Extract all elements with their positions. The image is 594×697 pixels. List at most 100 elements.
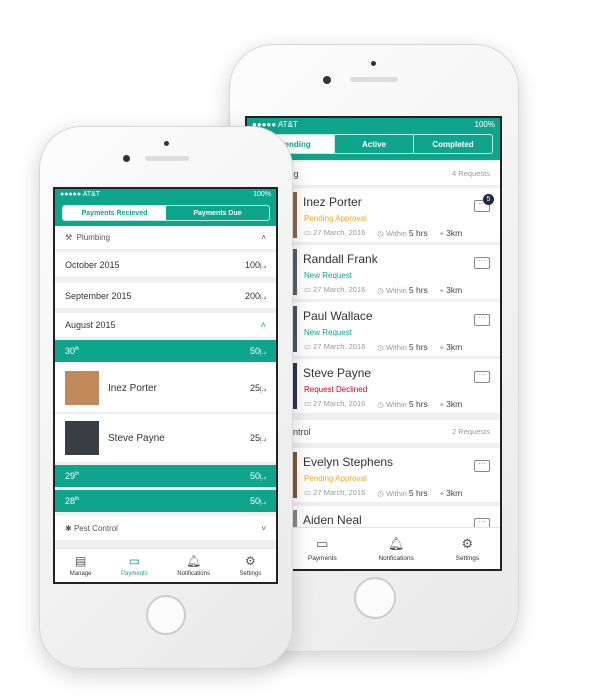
clock-icon: ◷ xyxy=(377,229,386,238)
calendar-icon: ▭ xyxy=(304,488,314,497)
eta-label: Within xyxy=(385,400,407,409)
clipboard-icon: ▤ xyxy=(74,554,87,568)
tab-active[interactable]: Active xyxy=(334,135,413,153)
eta-value: 5 hrs xyxy=(408,285,428,295)
day-row[interactable]: 29th 50د.إ xyxy=(55,465,276,488)
tab-settings[interactable]: ⚙ Settings xyxy=(456,528,480,569)
eta-label: Within xyxy=(385,489,407,498)
speaker xyxy=(350,77,398,82)
tab-completed[interactable]: Completed xyxy=(413,135,492,153)
amount-value: 100 xyxy=(244,259,260,270)
section-label: Pest Control xyxy=(73,523,118,533)
tab-payments[interactable]: ▭ Payments xyxy=(308,528,337,569)
clock-icon: ◷ xyxy=(377,400,386,409)
chat-icon[interactable]: ··· xyxy=(474,257,490,269)
date: ▭ 27 March, 2016 xyxy=(304,285,365,296)
unread-badge: 5 xyxy=(483,194,494,205)
amount-value: 25 xyxy=(249,383,260,393)
date-text: 27 March, 2016 xyxy=(313,342,366,351)
payer-row[interactable]: Steve Payne 25د.إ xyxy=(55,414,276,463)
request-status: New Request xyxy=(304,271,353,280)
calendar-icon: ▭ xyxy=(304,399,314,408)
currency: د.إ xyxy=(259,350,266,356)
tab-manage[interactable]: ▤ Manage xyxy=(70,549,92,582)
day-row[interactable]: 30th 50د.إ xyxy=(55,340,276,363)
date-text: 27 March, 2016 xyxy=(313,488,366,497)
chat-icon[interactable]: ··· xyxy=(474,460,490,472)
distance-value: 3km xyxy=(446,399,463,409)
eta-label: Within xyxy=(385,343,407,352)
month-row[interactable]: September 2015 200د.إ xyxy=(55,283,276,309)
tab-payments-recieved[interactable]: Payments Recieved xyxy=(63,206,166,220)
chat-icon[interactable]: ··· xyxy=(474,314,490,326)
tab-label: Payments xyxy=(121,571,148,577)
requester-name: Evelyn Stephens xyxy=(303,455,394,469)
date-text: 27 March, 2016 xyxy=(313,285,366,294)
request-meta: ▭ 27 March, 2016 ◷ Within 5 hrs ⌖ 3km xyxy=(304,488,462,499)
chevron-up-icon: ˄ xyxy=(261,233,266,242)
calendar-icon: ▭ xyxy=(304,342,314,351)
month-label: August 2015 xyxy=(65,320,116,330)
date: ▭ 27 March, 2016 xyxy=(304,488,365,499)
month-row[interactable]: October 2015 100د.إ xyxy=(55,252,276,278)
clock-icon: ◷ xyxy=(377,286,386,295)
day-label: 30th xyxy=(65,346,79,356)
currency: د.إ xyxy=(259,500,266,506)
chat-icon[interactable]: ··· xyxy=(474,371,490,383)
tab-payments-due[interactable]: Payments Due xyxy=(166,206,269,220)
request-count: 4 Requests xyxy=(452,169,490,178)
tab-notifications[interactable]: 🔔︎ Notifications xyxy=(378,528,413,569)
camera xyxy=(123,155,130,162)
amount: 50د.إ xyxy=(250,346,266,356)
amount: 50د.إ xyxy=(250,471,266,481)
plumbing-icon: ⚒ xyxy=(65,233,73,242)
section-plumbing[interactable]: ⚒ Plumbing ˄ xyxy=(55,226,276,250)
distance-value: 3km xyxy=(446,342,463,352)
currency: د.إ xyxy=(259,294,266,301)
requester-name: Aiden Neal xyxy=(303,513,362,527)
tab-notifications[interactable]: 🔔︎ Notifications xyxy=(177,549,210,582)
eta-value: 5 hrs xyxy=(408,399,428,409)
requester-name: Randall Frank xyxy=(303,252,378,266)
request-meta: ▭ 27 March, 2016 ◷ Within 5 hrs ⌖ 3km xyxy=(304,228,462,239)
eta: ◷ Within 5 hrs xyxy=(377,228,427,239)
payer-row[interactable]: Inez Porter 25د.إ xyxy=(55,364,276,413)
eta-value: 5 hrs xyxy=(408,228,428,238)
amount: 25د.إ xyxy=(250,433,266,443)
sensor xyxy=(164,141,169,146)
battery: 100% xyxy=(474,120,495,129)
date: ▭ 27 March, 2016 xyxy=(304,342,365,353)
request-status: New Request xyxy=(304,328,353,337)
calendar-icon: ▭ xyxy=(304,228,314,237)
amount: 50د.إ xyxy=(250,496,266,506)
section-pest-control[interactable]: ✱ Pest Control ˅ xyxy=(55,516,276,541)
distance: ⌖ 3km xyxy=(440,228,462,239)
date: ▭ 27 March, 2016 xyxy=(304,399,365,410)
amount: 200د.إ xyxy=(245,291,266,301)
request-meta: ▭ 27 March, 2016 ◷ Within 5 hrs ⌖ 3km xyxy=(304,342,462,353)
chevron-up-icon: ˄ xyxy=(260,320,266,330)
currency: د.إ xyxy=(259,263,266,270)
eta-value: 5 hrs xyxy=(408,488,428,498)
request-meta: ▭ 27 March, 2016 ◷ Within 5 hrs ⌖ 3km xyxy=(304,285,462,296)
tab-payments[interactable]: ▭ Payments xyxy=(121,549,148,582)
amount: 100د.إ xyxy=(245,260,266,270)
amount-value: 50 xyxy=(249,346,260,356)
tab-label: Settings xyxy=(455,554,480,562)
request-status: Request Declined xyxy=(304,385,368,394)
month-row-august[interactable]: August 2015 ˄ xyxy=(55,313,276,338)
tab-label: Notifications xyxy=(378,554,414,562)
distance-value: 3km xyxy=(446,285,463,295)
bug-icon: ✱ xyxy=(65,523,74,533)
day-number: 28 xyxy=(65,496,76,506)
month-label: September 2015 xyxy=(65,290,132,301)
amount: 25د.إ xyxy=(250,383,266,393)
distance: ⌖ 3km xyxy=(440,285,462,296)
tab-settings[interactable]: ⚙ Settings xyxy=(240,549,262,582)
eta: ◷ Within 5 hrs xyxy=(377,399,427,410)
day-number: 29 xyxy=(65,471,76,481)
day-row[interactable]: 28th 50د.إ xyxy=(55,490,276,513)
home-button[interactable] xyxy=(354,577,396,619)
request-meta: ▭ 27 March, 2016 ◷ Within 5 hrs ⌖ 3km xyxy=(304,399,462,410)
home-button[interactable] xyxy=(146,595,186,635)
